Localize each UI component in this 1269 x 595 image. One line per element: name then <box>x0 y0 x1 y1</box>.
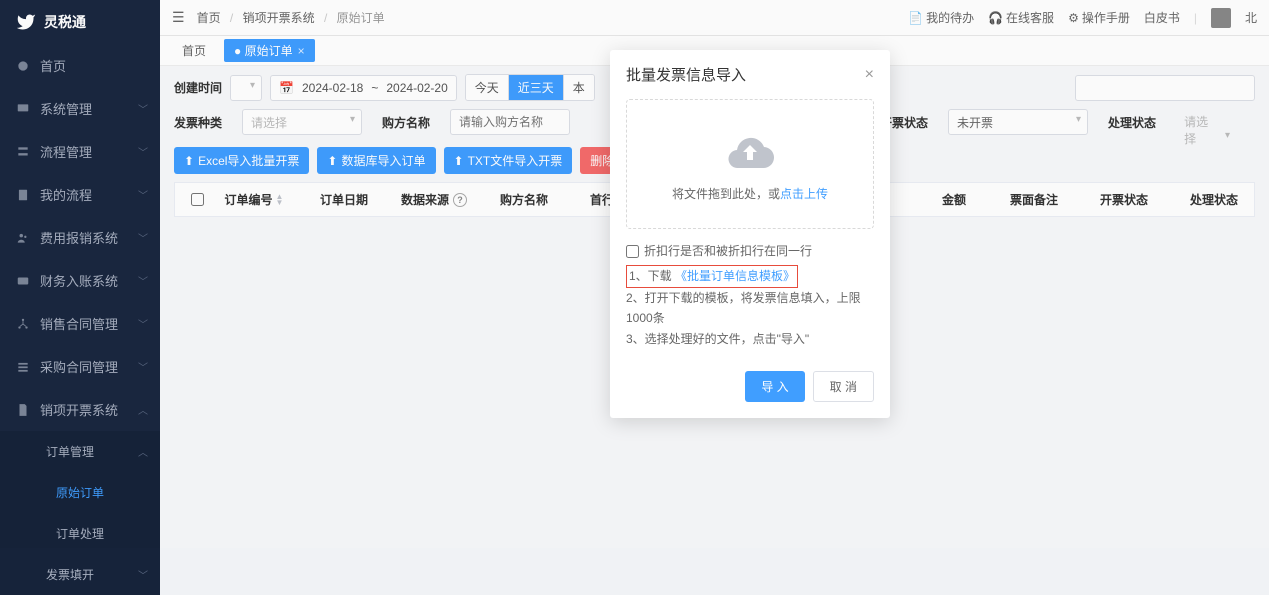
close-icon[interactable]: × <box>865 66 874 84</box>
modal-footer: 导 入 取 消 <box>610 361 890 418</box>
modal-body: 折扣行是否和被折扣行在同一行 1、下载 《批量订单信息模板》 2、打开下载的模板… <box>610 229 890 361</box>
click-upload-link[interactable]: 点击上传 <box>780 187 828 201</box>
sidebar-item-label: 发票填开 <box>46 566 94 583</box>
upload-text: 将文件拖到此处，或点击上传 <box>672 185 828 202</box>
checkbox-label: 折扣行是否和被折扣行在同一行 <box>644 241 812 261</box>
import-modal: 批量发票信息导入 × 将文件拖到此处，或点击上传 折扣行是否和被折扣行在同一行 … <box>610 50 890 418</box>
download-template-link[interactable]: 《批量订单信息模板》 <box>675 269 795 283</box>
upload-dropzone[interactable]: 将文件拖到此处，或点击上传 <box>626 99 874 229</box>
cancel-button[interactable]: 取 消 <box>813 371 874 402</box>
discount-same-row-checkbox[interactable] <box>626 245 639 258</box>
discount-row-option: 折扣行是否和被折扣行在同一行 <box>626 241 874 261</box>
chevron-down-icon: ﹀ <box>138 567 148 582</box>
import-button[interactable]: 导 入 <box>745 371 804 402</box>
step3-text: 3、选择处理好的文件，点击"导入" <box>626 329 874 349</box>
modal-header: 批量发票信息导入 × <box>610 50 890 99</box>
cloud-upload-icon <box>726 127 774 175</box>
submenu-item-invoice-fill[interactable]: 发票填开 ﹀ <box>0 554 160 595</box>
download-template-highlight: 1、下载 《批量订单信息模板》 <box>626 265 798 287</box>
modal-title: 批量发票信息导入 <box>626 64 746 85</box>
step2-text: 2、打开下载的模板，将发票信息填入，上限1000条 <box>626 288 874 329</box>
